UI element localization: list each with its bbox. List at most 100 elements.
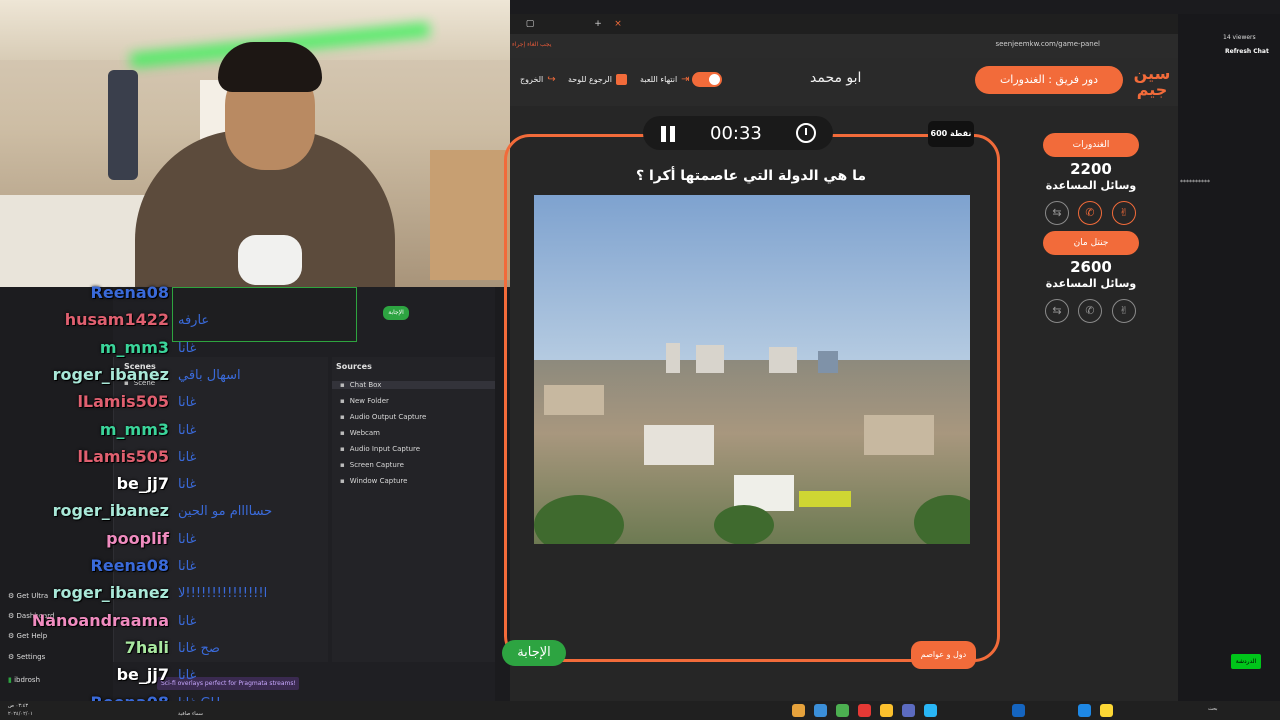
chat-username: m_mm3 — [99, 419, 169, 439]
chat-text: غانا — [178, 559, 197, 574]
team-name-2: جنتل مان — [1043, 231, 1139, 255]
source-item[interactable]: Webcam — [340, 429, 380, 437]
chrome-icon[interactable] — [836, 704, 849, 717]
webcam-feed — [0, 0, 510, 287]
pause-icon[interactable] — [661, 126, 675, 142]
weather-text: سماء صافية — [178, 711, 203, 717]
team-help-label-1: وسائل المساعدة — [1045, 179, 1137, 192]
chat-message: husam1422 عارفه — [0, 310, 300, 336]
close-tab-icon[interactable]: × — [612, 18, 624, 30]
chat-message: pooplif غانا — [0, 529, 300, 555]
new-tab-icon[interactable]: + — [592, 18, 604, 30]
timer-text: 00:33 — [710, 123, 762, 144]
reset-timer-icon[interactable] — [796, 123, 816, 143]
chat-text: غانا — [178, 449, 197, 465]
points-badge: 600 نقطة — [928, 121, 974, 147]
chat-text: غانا — [178, 613, 197, 629]
chat-message: m_mm3 غانا — [0, 420, 300, 446]
swap-icon[interactable]: ⇆ — [1045, 201, 1069, 225]
chat-username: pooplif — [106, 528, 169, 548]
chat-text: غانا — [178, 477, 197, 493]
grid-icon — [615, 74, 627, 85]
team-name-1: الغندورات — [1043, 133, 1139, 157]
chat-text: حساااام مو الحين — [178, 504, 273, 520]
source-item[interactable]: New Folder — [340, 397, 389, 405]
clock-date: ٢٠٢٤/٠٢/٠١ — [8, 711, 33, 717]
source-item[interactable]: Audio Input Capture — [340, 445, 420, 453]
chat-overlay: Reena08 husam1422 عارفه m_mm3 غانا roger_iban… — [0, 283, 300, 713]
question-text: ما هي الدولة التي عاصمتها أكرا ؟ — [635, 168, 867, 184]
explorer-icon[interactable] — [792, 704, 805, 717]
source-item[interactable]: Screen Capture — [340, 461, 404, 469]
chat-username: husam1422 — [64, 310, 169, 330]
search-text[interactable]: بحث — [1208, 706, 1218, 712]
address-bar[interactable]: يجب الغاء إجراء seenjeemkw.com/game-pane… — [510, 34, 1178, 58]
chat-username: Reena08 — [90, 283, 169, 302]
chrome-icon[interactable] — [880, 704, 893, 717]
phone-icon[interactable]: ✆ — [1078, 201, 1102, 225]
source-item[interactable]: Window Capture — [340, 477, 408, 485]
end-game-icon: ⇥ — [681, 74, 690, 85]
chat-message: be_jj7 غانا — [0, 665, 300, 691]
twitch-chat-panel: 14 viewers Refresh Chat ********** الدرد… — [1178, 14, 1280, 701]
phone-icon[interactable]: ✆ — [1078, 299, 1102, 323]
game-toggle[interactable] — [692, 72, 722, 87]
back-to-board-button[interactable]: الرجوع للوحة — [568, 74, 627, 85]
team-help-label-2: وسائل المساعدة — [1045, 277, 1137, 290]
game-header: سين جيم دور فريق : الغندورات ابو محمد انت… — [510, 58, 1178, 106]
edge-icon[interactable] — [814, 704, 827, 717]
sources-title: Sources — [336, 362, 372, 371]
chat-send-button[interactable]: الدردشة — [1231, 654, 1261, 669]
chat-username: be_jj7 — [116, 665, 169, 685]
chat-text: غانا — [178, 422, 197, 438]
sources-panel: Sources Chat Box New Folder Audio Output… — [332, 357, 495, 662]
team-score-1: 2200 — [1070, 160, 1112, 178]
telegram-icon[interactable] — [924, 704, 937, 717]
chrome-icon[interactable] — [858, 704, 871, 717]
chat-username: 7hali — [124, 637, 169, 657]
outlook-icon[interactable] — [1012, 704, 1025, 717]
swap-icon[interactable]: ⇆ — [1045, 299, 1069, 323]
chat-message: Reena08 — [0, 283, 300, 309]
refresh-chat-button[interactable]: Refresh Chat — [1225, 48, 1269, 55]
timer-bar: 00:33 — [643, 116, 833, 150]
chat-message: roger_ibanez حساااام مو الحين — [0, 501, 300, 527]
question-image — [534, 195, 970, 544]
chat-text: صح غانا — [178, 640, 220, 656]
source-item[interactable]: Chat Box — [332, 381, 495, 389]
folder-icon[interactable] — [1100, 704, 1113, 717]
chat-message: roger_ibanez ا!!!!!!!!!!!!!!!لا — [0, 583, 300, 609]
end-game-button[interactable]: انتهاء اللعبة ⇥ — [640, 74, 692, 85]
hand-icon[interactable]: ✌ — [1112, 299, 1136, 323]
exit-button[interactable]: الخروج ↪ — [520, 74, 558, 85]
chat-username: lLamis505 — [77, 392, 169, 412]
chat-username: be_jj7 — [116, 474, 169, 494]
bookmark-label[interactable]: يجب الغاء إجراء — [512, 41, 551, 48]
chat-message: be_jj7 غانا — [0, 474, 300, 500]
viewer-count: 14 viewers — [1223, 34, 1256, 41]
chat-username: lLamis505 — [77, 446, 169, 466]
chat-username: m_mm3 — [99, 337, 169, 357]
player-name: ابو محمد — [810, 70, 862, 86]
source-item[interactable]: Audio Output Capture — [340, 413, 427, 421]
app-icon[interactable] — [1078, 704, 1091, 717]
chat-text: اسهال باقي — [178, 367, 241, 383]
url-text[interactable]: seenjeemkw.com/game-panel — [995, 40, 1100, 48]
chat-message: Reena08 غانا — [0, 556, 300, 582]
chat-message: 7hali صح غانا — [0, 638, 300, 664]
restore-icon[interactable]: ▢ — [524, 18, 536, 30]
answer-button[interactable]: الإجابة — [502, 640, 566, 666]
chat-message: roger_ibanez اسهال باقي — [0, 365, 300, 391]
chat-text: غانا — [178, 395, 197, 411]
chat-message: m_mm3 غانا — [0, 338, 300, 364]
chat-line: ********** — [1180, 179, 1210, 186]
category-badge: دول و عواصم — [911, 641, 976, 669]
chat-username: roger_ibanez — [52, 583, 169, 603]
hand-icon[interactable]: ✌ — [1112, 201, 1136, 225]
chat-text: ا!!!!!!!!!!!!!!!لا — [178, 586, 268, 602]
chat-text: غانا — [178, 340, 197, 356]
chat-username: Reena08 — [90, 556, 169, 575]
tab-strip[interactable]: ▢ + × — [510, 14, 1178, 34]
chat-text: عارفه — [178, 313, 210, 329]
app-icon[interactable] — [902, 704, 915, 717]
